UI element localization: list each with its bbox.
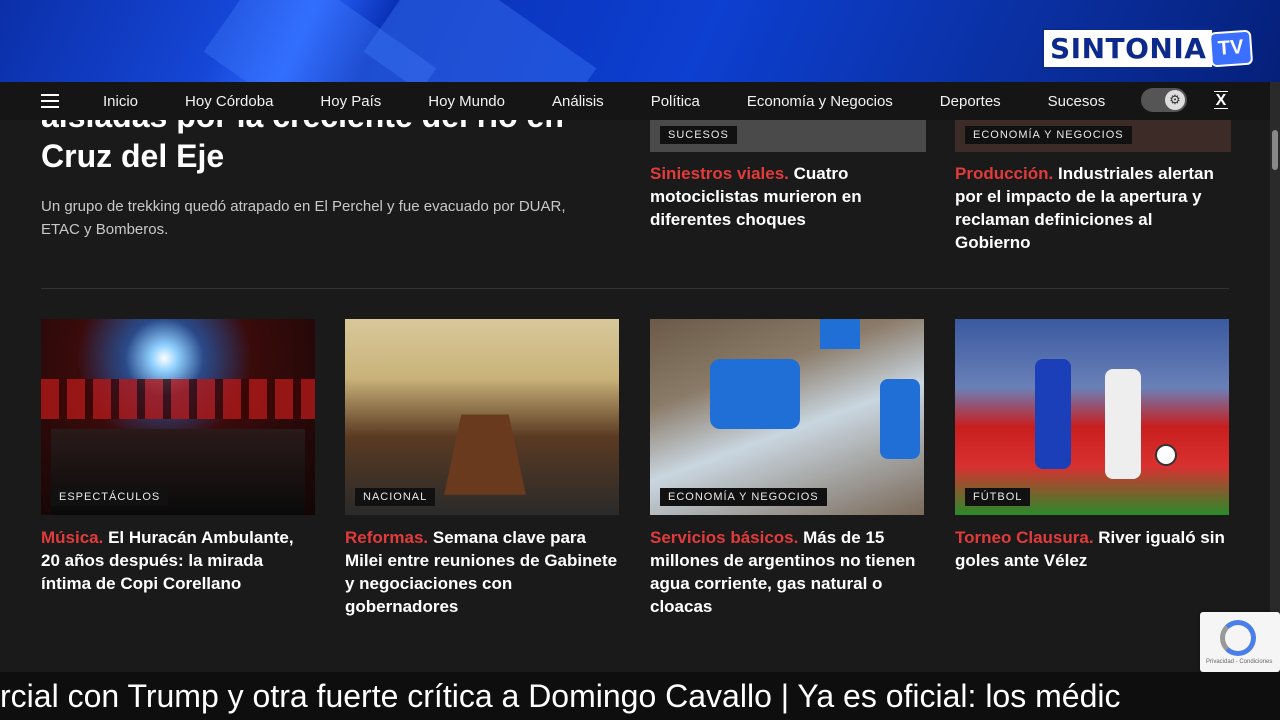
banner-stripe [363, 0, 597, 82]
lead-subtitle: Un grupo de trekking quedó atrapado en E… [41, 198, 566, 238]
card-image-concert: ESPECTÁCULOS [41, 319, 315, 515]
main-nav: Inicio Hoy Córdoba Hoy País Hoy Mundo An… [0, 82, 1270, 120]
nav-item-analisis[interactable]: Análisis [552, 93, 604, 110]
x-social-icon[interactable]: X [1214, 91, 1228, 109]
card-headline[interactable]: Música. El Huracán Ambulante, 20 años de… [41, 526, 315, 595]
card-kicker: Producción. [955, 164, 1054, 183]
news-card[interactable]: SUCESOS Siniestros viales. Cuatro motoci… [650, 120, 926, 231]
card-headline[interactable]: Siniestros viales. Cuatro motociclistas … [650, 162, 926, 231]
header-banner: SINTONIA TV [0, 0, 1280, 82]
card-kicker: Música. [41, 528, 104, 547]
logo-tv-badge: TV [1209, 29, 1254, 67]
nav-item-hoy-cordoba[interactable]: Hoy Córdoba [185, 93, 273, 110]
news-card[interactable]: NACIONAL Reformas. Semana clave para Mil… [345, 319, 619, 618]
card-image-meeting: NACIONAL [345, 319, 619, 515]
card-headline[interactable]: Reformas. Semana clave para Milei entre … [345, 526, 619, 618]
card-image-water-pipes: ECONOMÍA Y NEGOCIOS [650, 319, 924, 515]
card-image-football: FÚTBOL [955, 319, 1229, 515]
card-headline[interactable]: Servicios básicos. Más de 15 millones de… [650, 526, 924, 618]
nav-item-hoy-mundo[interactable]: Hoy Mundo [428, 93, 505, 110]
section-divider [41, 288, 1229, 289]
main-content: aisladas por la creciente del río en Cru… [0, 120, 1270, 672]
gear-icon: ⚙ [1165, 90, 1185, 110]
card-kicker: Siniestros viales. [650, 164, 789, 183]
news-card[interactable]: ESPECTÁCULOS Música. El Huracán Ambulant… [41, 319, 315, 595]
section-tag: SUCESOS [660, 126, 737, 144]
lead-headline[interactable]: aisladas por la creciente del río en Cru… [41, 120, 601, 176]
nav-item-economia[interactable]: Economía y Negocios [747, 93, 893, 110]
recaptcha-icon [1220, 620, 1256, 656]
news-card[interactable]: ECONOMÍA Y NEGOCIOS Servicios básicos. M… [650, 319, 924, 618]
site-logo[interactable]: SINTONIA TV [1042, 26, 1254, 70]
recaptcha-links[interactable]: Privacidad - Condiciones [1206, 659, 1272, 665]
card-headline[interactable]: Torneo Clausura. River igualó sin goles … [955, 526, 1229, 572]
logo-text: SINTONIA [1042, 27, 1215, 69]
page-scrollbar[interactable] [1270, 82, 1280, 672]
news-card[interactable]: FÚTBOL Torneo Clausura. River igualó sin… [955, 319, 1229, 572]
hamburger-menu-icon[interactable] [41, 94, 59, 108]
section-tag: ECONOMÍA Y NEGOCIOS [965, 126, 1132, 144]
theme-toggle[interactable]: ⚙ [1141, 88, 1187, 112]
card-kicker: Servicios básicos. [650, 528, 799, 547]
news-ticker[interactable]: rcial con Trump y otra fuerte crítica a … [0, 672, 1280, 720]
recaptcha-badge[interactable]: Privacidad - Condiciones [1200, 612, 1280, 672]
nav-item-politica[interactable]: Política [651, 93, 700, 110]
nav-item-inicio[interactable]: Inicio [103, 93, 138, 110]
section-tag: ESPECTÁCULOS [51, 488, 169, 506]
card-headline[interactable]: Producción. Industriales alertan por el … [955, 162, 1231, 254]
nav-item-hoy-pais[interactable]: Hoy País [320, 93, 381, 110]
scrollbar-thumb[interactable] [1272, 130, 1278, 170]
section-tag: FÚTBOL [965, 488, 1031, 506]
card-kicker: Torneo Clausura. [955, 528, 1094, 547]
nav-item-sucesos[interactable]: Sucesos [1048, 93, 1106, 110]
card-kicker: Reformas. [345, 528, 429, 547]
section-tag: NACIONAL [355, 488, 436, 506]
section-tag: ECONOMÍA Y NEGOCIOS [660, 488, 827, 506]
nav-item-deportes[interactable]: Deportes [940, 93, 1001, 110]
card-image: ECONOMÍA Y NEGOCIOS [955, 120, 1231, 152]
news-card[interactable]: ECONOMÍA Y NEGOCIOS Producción. Industri… [955, 120, 1231, 254]
card-image: SUCESOS [650, 120, 926, 152]
